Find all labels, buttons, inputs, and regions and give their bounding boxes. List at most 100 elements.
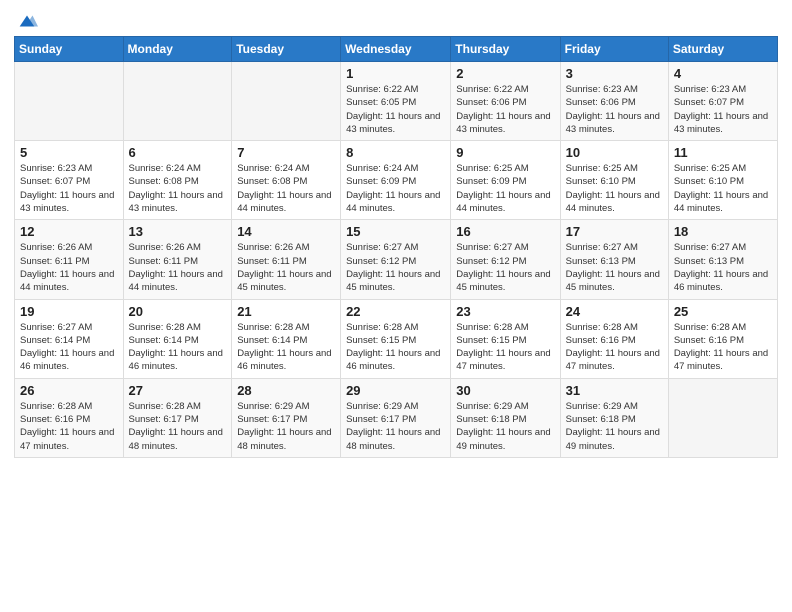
day-number: 9 (456, 145, 554, 160)
day-number: 16 (456, 224, 554, 239)
day-number: 4 (674, 66, 772, 81)
day-number: 29 (346, 383, 445, 398)
calendar-week-row: 1 Sunrise: 6:22 AM Sunset: 6:05 PM Daylig… (15, 62, 778, 141)
day-info: Sunrise: 6:29 AM Sunset: 6:17 PM Dayligh… (346, 400, 445, 453)
calendar-cell: 10 Sunrise: 6:25 AM Sunset: 6:10 PM Dayli… (560, 141, 668, 220)
calendar-cell: 30 Sunrise: 6:29 AM Sunset: 6:18 PM Dayli… (451, 378, 560, 457)
day-number: 24 (566, 304, 663, 319)
page: SundayMondayTuesdayWednesdayThursdayFrid… (0, 0, 792, 612)
day-info: Sunrise: 6:29 AM Sunset: 6:17 PM Dayligh… (237, 400, 335, 453)
logo-icon (16, 10, 38, 32)
calendar-cell: 18Sunrise: 6:27 AM Sunset: 6:13 PM Dayli… (668, 220, 777, 299)
day-number: 19 (20, 304, 118, 319)
calendar-cell: 8 Sunrise: 6:24 AM Sunset: 6:09 PM Daylig… (341, 141, 451, 220)
day-of-week-header: Monday (123, 37, 232, 62)
calendar-week-row: 5Sunrise: 6:23 AM Sunset: 6:07 PM Daylig… (15, 141, 778, 220)
calendar-cell: 31Sunrise: 6:29 AM Sunset: 6:18 PM Dayli… (560, 378, 668, 457)
day-info: Sunrise: 6:25 AM Sunset: 6:10 PM Dayligh… (566, 162, 663, 215)
day-info: Sunrise: 6:25 AM Sunset: 6:10 PM Dayligh… (674, 162, 772, 215)
day-info: Sunrise: 6:22 AM Sunset: 6:05 PM Dayligh… (346, 83, 445, 136)
calendar-cell (15, 62, 124, 141)
day-of-week-header: Friday (560, 37, 668, 62)
calendar-week-row: 19 Sunrise: 6:27 AM Sunset: 6:14 PM Dayli… (15, 299, 778, 378)
day-number: 28 (237, 383, 335, 398)
day-number: 13 (129, 224, 227, 239)
day-number: 27 (129, 383, 227, 398)
calendar-cell: 16Sunrise: 6:27 AM Sunset: 6:12 PM Dayli… (451, 220, 560, 299)
day-info: Sunrise: 6:28 AM Sunset: 6:14 PM Dayligh… (237, 321, 335, 374)
calendar-cell: 26 Sunrise: 6:28 AM Sunset: 6:16 PM Dayli… (15, 378, 124, 457)
calendar-cell: 12 Sunrise: 6:26 AM Sunset: 6:11 PM Dayli… (15, 220, 124, 299)
day-number: 7 (237, 145, 335, 160)
day-number: 8 (346, 145, 445, 160)
calendar-cell: 22 Sunrise: 6:28 AM Sunset: 6:15 PM Dayli… (341, 299, 451, 378)
calendar-cell: 19 Sunrise: 6:27 AM Sunset: 6:14 PM Dayli… (15, 299, 124, 378)
day-number: 21 (237, 304, 335, 319)
day-info: Sunrise: 6:27 AM Sunset: 6:14 PM Dayligh… (20, 321, 118, 374)
day-info: Sunrise: 6:25 AM Sunset: 6:09 PM Dayligh… (456, 162, 554, 215)
calendar-week-row: 26 Sunrise: 6:28 AM Sunset: 6:16 PM Dayli… (15, 378, 778, 457)
day-info: Sunrise: 6:22 AM Sunset: 6:06 PM Dayligh… (456, 83, 554, 136)
day-info: Sunrise: 6:26 AM Sunset: 6:11 PM Dayligh… (20, 241, 118, 294)
day-number: 6 (129, 145, 227, 160)
calendar-cell: 9 Sunrise: 6:25 AM Sunset: 6:09 PM Daylig… (451, 141, 560, 220)
day-number: 20 (129, 304, 227, 319)
day-number: 17 (566, 224, 663, 239)
day-info: Sunrise: 6:29 AM Sunset: 6:18 PM Dayligh… (566, 400, 663, 453)
day-info: Sunrise: 6:26 AM Sunset: 6:11 PM Dayligh… (129, 241, 227, 294)
day-number: 26 (20, 383, 118, 398)
calendar-cell: 11 Sunrise: 6:25 AM Sunset: 6:10 PM Dayli… (668, 141, 777, 220)
calendar-cell: 15 Sunrise: 6:27 AM Sunset: 6:12 PM Dayli… (341, 220, 451, 299)
calendar-cell: 6 Sunrise: 6:24 AM Sunset: 6:08 PM Daylig… (123, 141, 232, 220)
day-info: Sunrise: 6:23 AM Sunset: 6:07 PM Dayligh… (674, 83, 772, 136)
day-number: 1 (346, 66, 445, 81)
calendar-cell: 24 Sunrise: 6:28 AM Sunset: 6:16 PM Dayli… (560, 299, 668, 378)
calendar-cell: 20 Sunrise: 6:28 AM Sunset: 6:14 PM Dayli… (123, 299, 232, 378)
calendar-cell: 29 Sunrise: 6:29 AM Sunset: 6:17 PM Dayli… (341, 378, 451, 457)
calendar-cell: 1 Sunrise: 6:22 AM Sunset: 6:05 PM Daylig… (341, 62, 451, 141)
day-number: 3 (566, 66, 663, 81)
calendar-cell: 14Sunrise: 6:26 AM Sunset: 6:11 PM Dayli… (232, 220, 341, 299)
calendar-cell: 23Sunrise: 6:28 AM Sunset: 6:15 PM Dayli… (451, 299, 560, 378)
day-number: 22 (346, 304, 445, 319)
calendar-week-row: 12 Sunrise: 6:26 AM Sunset: 6:11 PM Dayli… (15, 220, 778, 299)
calendar-cell (232, 62, 341, 141)
day-number: 25 (674, 304, 772, 319)
day-number: 5 (20, 145, 118, 160)
calendar-cell: 3 Sunrise: 6:23 AM Sunset: 6:06 PM Daylig… (560, 62, 668, 141)
day-number: 14 (237, 224, 335, 239)
day-of-week-header: Saturday (668, 37, 777, 62)
day-info: Sunrise: 6:28 AM Sunset: 6:15 PM Dayligh… (456, 321, 554, 374)
day-number: 30 (456, 383, 554, 398)
day-of-week-header: Sunday (15, 37, 124, 62)
day-info: Sunrise: 6:24 AM Sunset: 6:08 PM Dayligh… (129, 162, 227, 215)
day-info: Sunrise: 6:29 AM Sunset: 6:18 PM Dayligh… (456, 400, 554, 453)
calendar-cell: 21 Sunrise: 6:28 AM Sunset: 6:14 PM Dayli… (232, 299, 341, 378)
calendar-cell: 5Sunrise: 6:23 AM Sunset: 6:07 PM Daylig… (15, 141, 124, 220)
day-info: Sunrise: 6:24 AM Sunset: 6:09 PM Dayligh… (346, 162, 445, 215)
calendar-cell (668, 378, 777, 457)
day-info: Sunrise: 6:28 AM Sunset: 6:14 PM Dayligh… (129, 321, 227, 374)
day-info: Sunrise: 6:24 AM Sunset: 6:08 PM Dayligh… (237, 162, 335, 215)
day-number: 15 (346, 224, 445, 239)
day-number: 11 (674, 145, 772, 160)
day-number: 2 (456, 66, 554, 81)
day-info: Sunrise: 6:27 AM Sunset: 6:12 PM Dayligh… (346, 241, 445, 294)
day-number: 10 (566, 145, 663, 160)
day-info: Sunrise: 6:28 AM Sunset: 6:17 PM Dayligh… (129, 400, 227, 453)
day-info: Sunrise: 6:23 AM Sunset: 6:06 PM Dayligh… (566, 83, 663, 136)
calendar-cell: 2 Sunrise: 6:22 AM Sunset: 6:06 PM Daylig… (451, 62, 560, 141)
day-info: Sunrise: 6:28 AM Sunset: 6:16 PM Dayligh… (566, 321, 663, 374)
day-number: 12 (20, 224, 118, 239)
logo (14, 10, 38, 28)
calendar-header-row: SundayMondayTuesdayWednesdayThursdayFrid… (15, 37, 778, 62)
calendar-cell: 4 Sunrise: 6:23 AM Sunset: 6:07 PM Daylig… (668, 62, 777, 141)
calendar-cell (123, 62, 232, 141)
day-info: Sunrise: 6:27 AM Sunset: 6:13 PM Dayligh… (566, 241, 663, 294)
calendar-cell: 17 Sunrise: 6:27 AM Sunset: 6:13 PM Dayli… (560, 220, 668, 299)
day-info: Sunrise: 6:28 AM Sunset: 6:16 PM Dayligh… (20, 400, 118, 453)
calendar-cell: 28 Sunrise: 6:29 AM Sunset: 6:17 PM Dayli… (232, 378, 341, 457)
calendar-cell: 7 Sunrise: 6:24 AM Sunset: 6:08 PM Daylig… (232, 141, 341, 220)
day-info: Sunrise: 6:28 AM Sunset: 6:15 PM Dayligh… (346, 321, 445, 374)
day-of-week-header: Tuesday (232, 37, 341, 62)
